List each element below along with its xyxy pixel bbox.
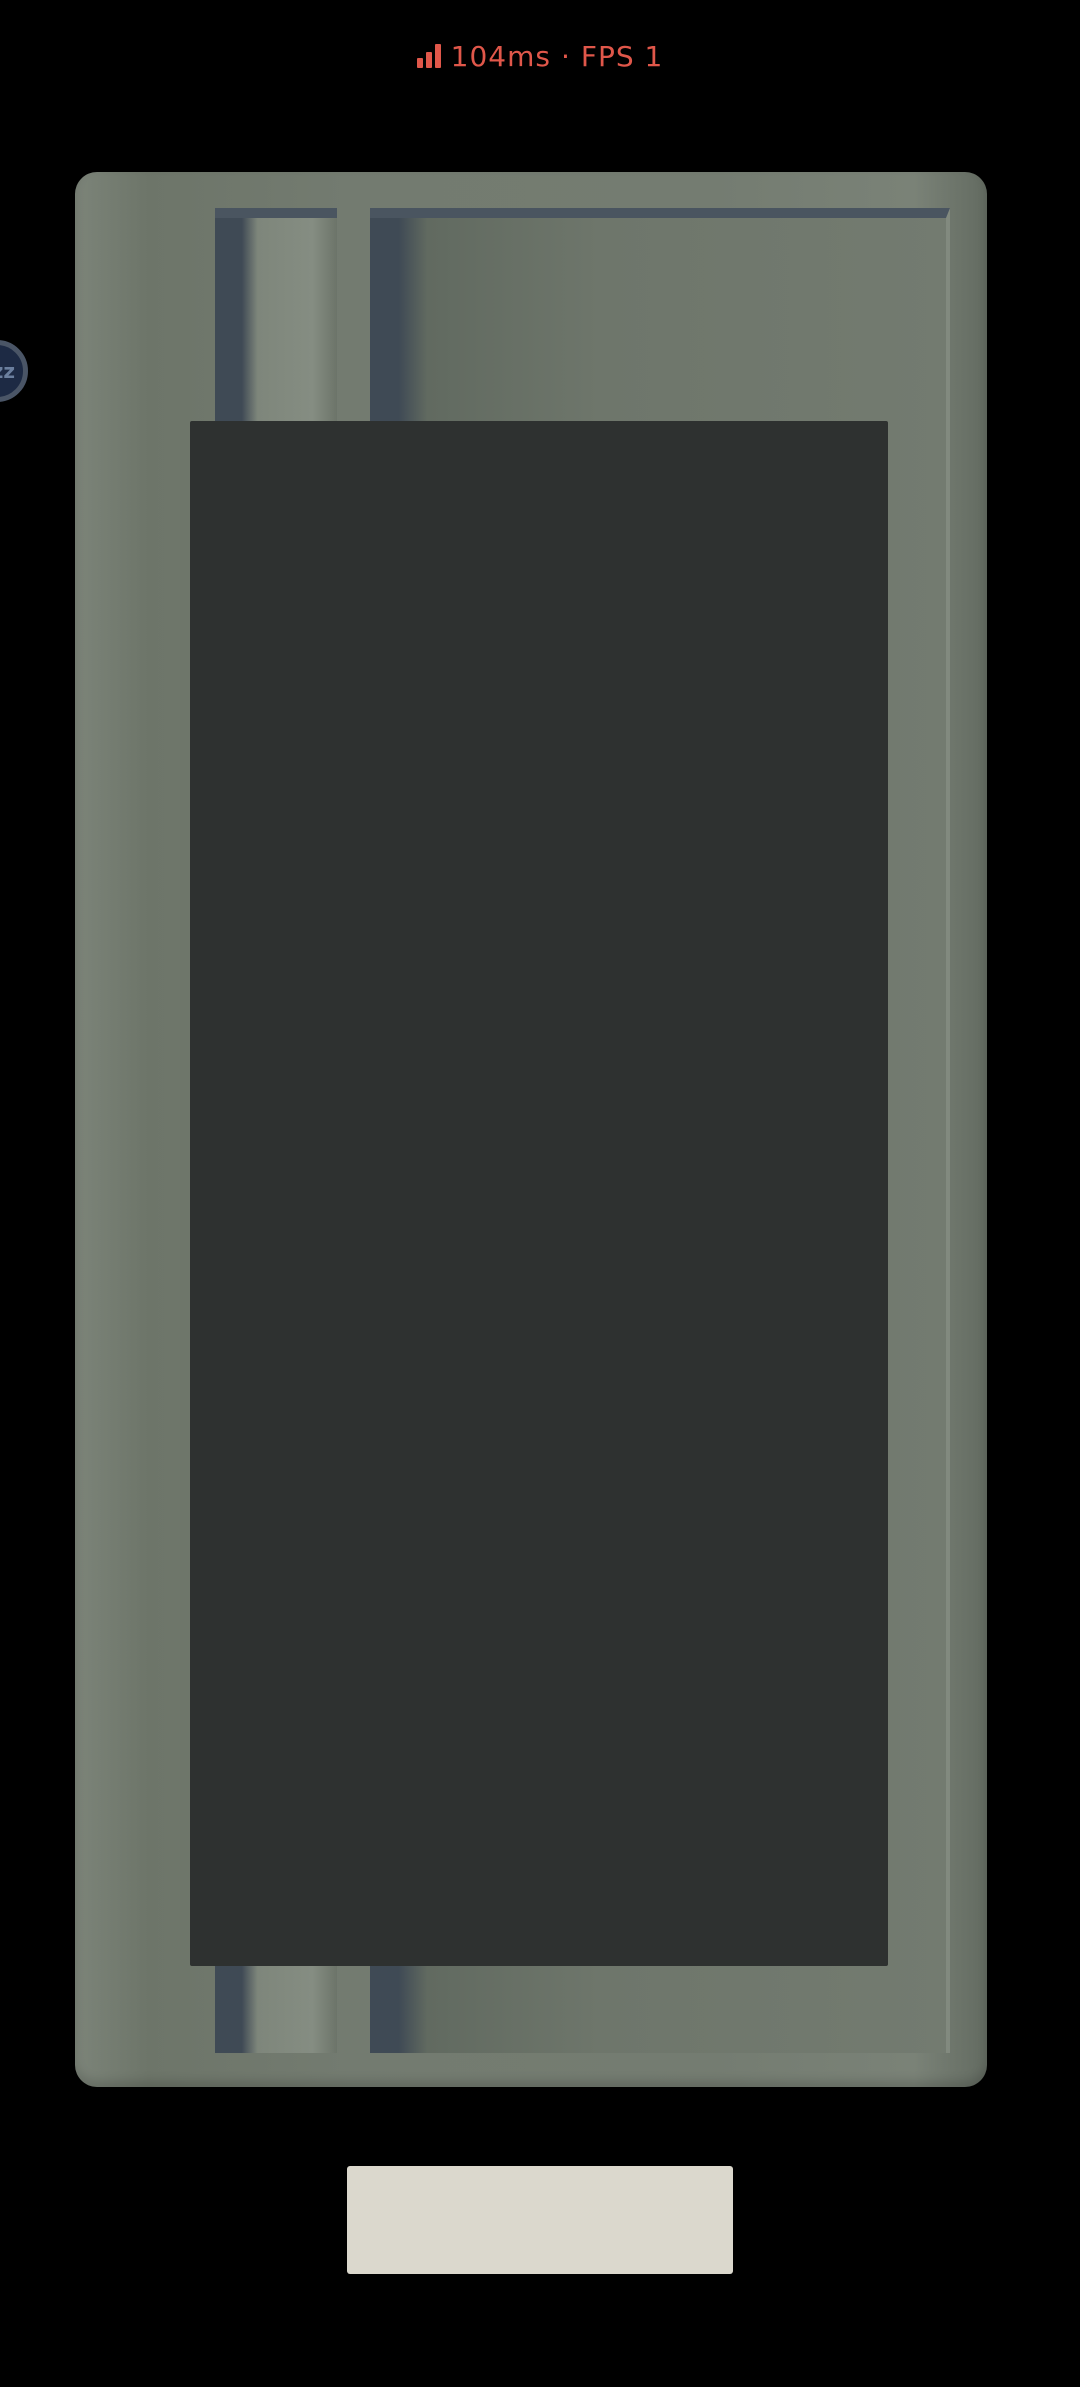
action-button[interactable] xyxy=(347,2166,733,2274)
sleep-icon[interactable]: zz xyxy=(0,340,28,402)
fps-value: FPS 1 xyxy=(580,39,664,73)
signal-bars-icon xyxy=(416,44,441,68)
network-stats: 104ms · FPS 1 xyxy=(0,36,1080,76)
stats-separator: · xyxy=(560,39,571,73)
overlay-panel xyxy=(190,421,888,1966)
sleep-badge-label: zz xyxy=(0,359,15,383)
latency-value: 104ms xyxy=(450,39,551,73)
game-stage: 104ms · FPS 1 zz xyxy=(0,0,1080,2387)
